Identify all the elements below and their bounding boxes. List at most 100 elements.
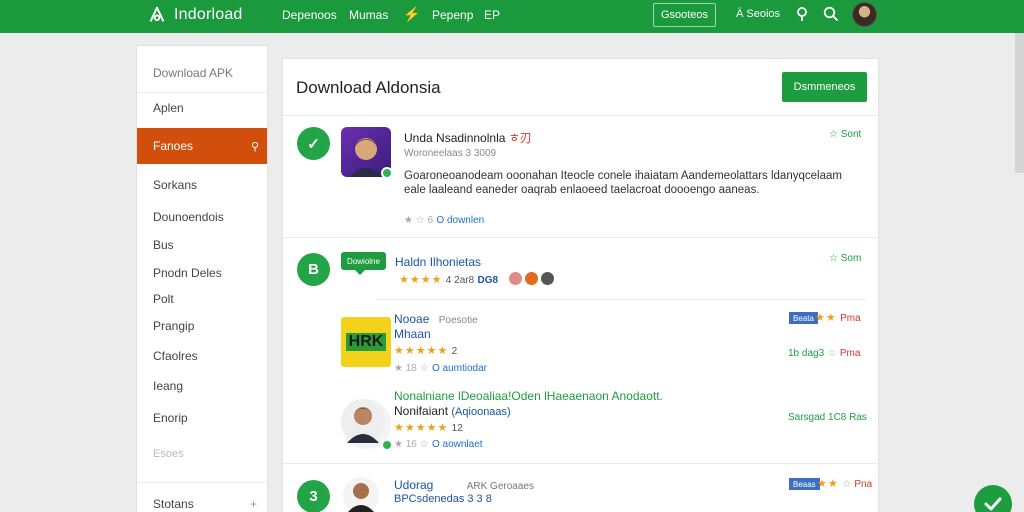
star-outline-icon: ☆ — [829, 253, 838, 264]
download-bubble[interactable]: Dowiolne — [341, 252, 386, 275]
sidebar-item[interactable]: Ieang — [137, 379, 267, 393]
sidebar-item[interactable]: Dounoendois — [137, 210, 267, 224]
location-pin-icon[interactable] — [796, 6, 808, 22]
section-title[interactable]: Haldn Ilhonietas — [395, 255, 481, 269]
sidebar-item-aplen[interactable]: Aplen — [137, 101, 267, 115]
avatar-dot — [541, 272, 554, 285]
sidebar: Download APK Aplen Fanoes ⚲ Sorkans Doun… — [136, 45, 268, 512]
meta-stars: ★ 18 ☆ — [394, 363, 429, 374]
app-tag: Beaas — [789, 478, 820, 490]
bolt-icon[interactable]: ⚡ — [403, 6, 420, 23]
star-outline-icon: ☆ — [827, 348, 837, 359]
rating-count: 12 — [451, 423, 463, 434]
app-title-text: Nooae — [394, 312, 430, 326]
step-badge: 3 — [297, 480, 330, 512]
rating-right: ★★ Pma — [815, 310, 861, 324]
step-badge: B — [297, 253, 330, 286]
rating-right: ☆ Sont — [829, 129, 861, 140]
download-link[interactable]: O downlen — [436, 215, 484, 226]
person-portrait-icon — [347, 483, 375, 512]
avatar-dot — [525, 272, 538, 285]
app-subtitle: Woroneelaas 3 3009 — [404, 148, 497, 159]
floating-action-button[interactable] — [974, 485, 1012, 512]
star-outline-icon: ☆ — [842, 479, 852, 490]
rating-right-text: Pna — [854, 479, 873, 490]
rating-stars: ★★★★ — [399, 274, 443, 286]
nav-link-1[interactable]: Depenoos — [282, 8, 337, 22]
plus-icon: + — [249, 497, 257, 511]
rating-right-2-text: 1b dag3 — [788, 348, 825, 359]
sidebar-item[interactable]: Polt — [137, 292, 267, 306]
main-content-card: Download Aldonsia Dsmmeneos ✓ Unda Nsadi… — [282, 58, 879, 512]
sidebar-item[interactable]: Sorkans — [137, 178, 267, 192]
user-avatar[interactable] — [852, 2, 877, 27]
sidebar-item-muted[interactable]: Esoes — [137, 448, 267, 460]
sidebar-item[interactable]: Cfaolres — [137, 349, 267, 363]
divider — [283, 115, 878, 116]
sidebar-item-label: Stotans — [153, 497, 194, 511]
sidebar-item[interactable]: Stotans + — [137, 497, 267, 511]
rating-right-text: Pma — [840, 313, 861, 324]
app-icon-text: HRK — [345, 333, 387, 351]
app-title[interactable]: Nooae Poesotie — [394, 312, 478, 326]
rating-right-2: 1b dag3 ☆ Pma — [788, 345, 860, 359]
app-title[interactable]: Udorag ARK Geroaaes — [394, 478, 534, 492]
page-title: Download Aldonsia — [296, 78, 441, 97]
app-title-extra: ARK Geroaaes — [466, 481, 534, 492]
app-icon[interactable] — [341, 399, 393, 451]
star-outline-icon: ☆ — [829, 129, 838, 140]
app-title-extra: Poesotie — [438, 315, 478, 326]
app-meta: ★ ☆ 6 O downlen — [404, 212, 484, 226]
sidebar-item[interactable]: Prangip — [137, 319, 267, 333]
nav-link-3[interactable]: Pepenp — [432, 8, 473, 22]
sidebar-divider — [137, 482, 267, 483]
header-link[interactable]: Ä Seoios — [736, 8, 780, 20]
rating-right-text: Som — [840, 253, 862, 264]
rating-count: 2 — [451, 346, 458, 357]
nav-link-4[interactable]: EP — [484, 8, 500, 22]
search-icon: ⚲ — [250, 140, 259, 153]
sidebar-header: Download APK — [153, 66, 234, 80]
app-title[interactable]: Nonalniane lDeoaliaa!Oden lHaeaenaon Ano… — [394, 389, 663, 403]
app-icon[interactable] — [343, 477, 379, 512]
rating-stars: ★★★★★ — [394, 345, 449, 357]
app-meta: ★ 16 ☆ O aownlaet — [394, 436, 483, 450]
app-icon[interactable] — [341, 127, 393, 179]
verified-badge-icon — [381, 167, 393, 179]
app-title-line-2-text: Nonifaiant — [394, 404, 449, 418]
section-meta: ★★★★ 4 2ar8 DG8 — [399, 272, 498, 286]
meta-stars: ★ 16 ☆ — [394, 439, 429, 450]
section-meta-text: 4 2ar8 — [445, 275, 475, 286]
logo-text: Indorload — [174, 6, 243, 23]
header-button[interactable]: Gsooteos — [653, 3, 716, 27]
page-scrollbar[interactable] — [1015, 33, 1024, 173]
sidebar-item-active[interactable]: Fanoes ⚲ — [137, 128, 267, 164]
primary-download-button[interactable]: Dsmmeneos — [782, 72, 867, 102]
app-title-line-2: Mhaan — [394, 327, 431, 341]
verified-badge-icon — [381, 439, 393, 451]
site-logo[interactable]: Indorload — [146, 4, 243, 26]
divider — [283, 237, 878, 238]
top-navigation-bar: Indorload Depenoos Mumas ⚡ Pepenp EP Gso… — [0, 0, 1024, 33]
rating-stars-right: ★★ — [817, 478, 839, 490]
app-meta: ★ 18 ☆ O aumtiodar — [394, 360, 487, 374]
app-icon[interactable]: HRK — [341, 317, 391, 367]
sidebar-item[interactable]: Enorip — [137, 411, 267, 425]
section-code: DG8 — [477, 275, 499, 286]
app-title[interactable]: Unda Nsadinnolnla ㅎ刃 — [404, 129, 532, 146]
app-title-text: Udorag — [394, 478, 434, 492]
step-badge: ✓ — [297, 127, 330, 160]
sidebar-item[interactable]: Pnodn Deles — [137, 266, 267, 280]
nav-link-2[interactable]: Mumas — [349, 8, 388, 22]
person-portrait-icon — [341, 399, 385, 443]
checkmark-icon — [984, 497, 1002, 511]
rating-right: Sarsgad 1C8 Ras — [788, 412, 867, 423]
app-tag: Beata — [789, 312, 818, 324]
app-subtitle: BPCsdenedas 3 3 8 — [394, 493, 492, 505]
download-link[interactable]: O aumtiodar — [432, 363, 487, 374]
sidebar-item[interactable]: Bus — [137, 238, 267, 252]
app-title-paren: (Aqioonaas) — [451, 406, 511, 418]
app-title-suffix: ㅎ刃 — [508, 131, 532, 145]
search-icon[interactable] — [823, 6, 839, 22]
download-link[interactable]: O aownlaet — [432, 439, 483, 450]
